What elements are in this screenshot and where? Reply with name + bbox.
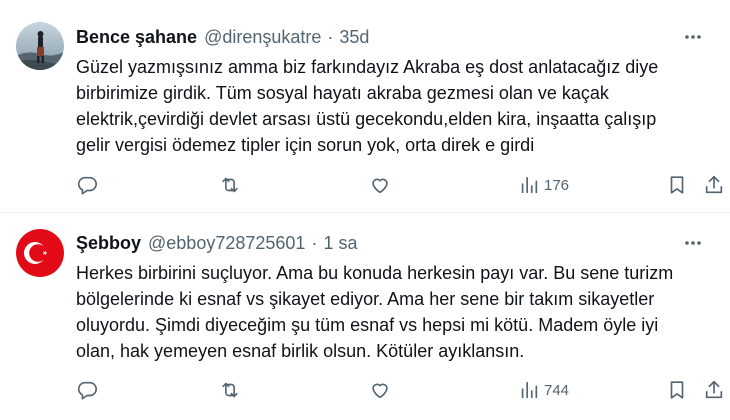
tweet-text: Güzel yazmışsınız amma biz farkındayız A… (76, 54, 700, 158)
tweet-actions: 744 (76, 375, 726, 405)
tweet-text-line: bölgelerinde ki esnaf vs şikayet ediyor.… (76, 289, 655, 309)
like-button[interactable] (369, 170, 391, 200)
reply-button[interactable] (76, 170, 98, 200)
views-count: 176 (544, 176, 570, 194)
author-handle[interactable]: @ebboy728725601 (148, 233, 305, 254)
avatar[interactable] (16, 229, 64, 277)
like-icon (372, 383, 388, 399)
views-count: 744 (544, 381, 570, 399)
tweet-text-line: gelir vergisi ödemez tipler için sorun y… (76, 135, 535, 155)
separator-dot: · (311, 232, 318, 253)
bookmark-button[interactable] (666, 170, 688, 200)
views-icon (521, 176, 538, 194)
profile-photo (16, 22, 64, 70)
tweet-divider (0, 212, 730, 213)
tweet-time[interactable]: 1 sa (323, 233, 357, 254)
reply-button[interactable] (76, 375, 98, 405)
tweet-text-line: Herkes birbirini suçluyor. Ama bu konuda… (76, 263, 674, 283)
views-button[interactable]: 744 (518, 375, 569, 405)
retweet-icon (222, 382, 238, 398)
turkish-flag (16, 229, 64, 277)
share-button[interactable] (703, 170, 725, 200)
author-name[interactable]: Şebboy (76, 233, 141, 254)
tweet-text-line: Güzel yazmışsınız amma biz farkındayız A… (76, 57, 659, 77)
bookmark-button[interactable] (666, 375, 688, 405)
like-icon (372, 178, 388, 194)
views-button[interactable]: 176 (518, 170, 569, 200)
bookmark-icon (670, 176, 684, 194)
tweet-text-line: elektrik,çevirdiği devlet arsası üstü ge… (76, 109, 657, 129)
retweet-icon (222, 177, 238, 193)
separator-dot: · (327, 26, 334, 47)
share-icon (705, 175, 723, 194)
author-name[interactable]: Bence şahane (76, 27, 197, 48)
author-handle[interactable]: @direnşukatre (204, 27, 321, 48)
tweet-header: Şebboy @ebboy728725601 · 1 sa (76, 230, 714, 256)
reply-icon (77, 381, 97, 400)
retweet-button[interactable] (219, 170, 241, 200)
retweet-button[interactable] (219, 375, 241, 405)
share-button[interactable] (703, 375, 725, 405)
tweet[interactable]: Bence şahane @direnşukatre · 35d Güzel y… (0, 0, 730, 212)
tweet-actions: 176 (76, 170, 726, 200)
more-icon[interactable] (680, 230, 706, 256)
share-icon (705, 380, 723, 399)
reply-icon (77, 176, 97, 195)
views-icon (521, 381, 538, 399)
tweet-header: Bence şahane @direnşukatre · 35d (76, 24, 714, 50)
tweet-text-line: birbirimize girdik. Tüm sosyal hayatı ak… (76, 83, 609, 103)
tweet-text-line: oluyordu. Şimdi diyeceğim şu tüm esnaf v… (76, 315, 659, 335)
bookmark-icon (670, 381, 684, 399)
tweet-text-line: olan, hak yemeyen esnaf birlik olsun. Kö… (76, 341, 525, 361)
more-icon[interactable] (680, 24, 706, 50)
like-button[interactable] (369, 375, 391, 405)
avatar[interactable] (16, 22, 64, 70)
tweet-time[interactable]: 35d (339, 27, 369, 48)
tweet-text: Herkes birbirini suçluyor. Ama bu konuda… (76, 260, 700, 364)
tweet-feed: Bence şahane @direnşukatre · 35d Güzel y… (0, 0, 730, 420)
